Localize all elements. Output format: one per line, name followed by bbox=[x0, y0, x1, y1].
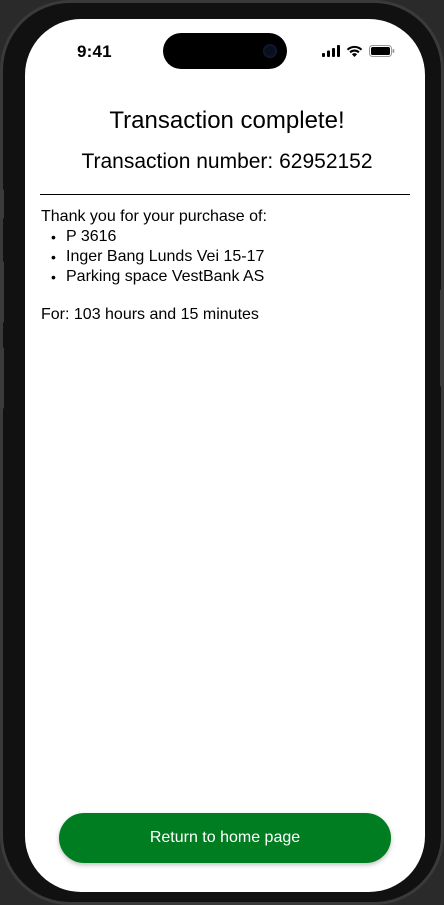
front-camera-icon bbox=[263, 44, 277, 58]
purchase-item-provider: Parking space VestBank AS bbox=[51, 267, 411, 287]
volume-up-button bbox=[0, 261, 4, 323]
phone-frame: 9:41 Transaction complete! Transaction n… bbox=[0, 0, 444, 905]
volume-down-button bbox=[0, 347, 4, 409]
status-time: 9:41 bbox=[77, 42, 112, 61]
purchase-item-zone: P 3616 bbox=[51, 227, 411, 247]
wifi-icon bbox=[346, 45, 363, 57]
action-button bbox=[0, 189, 4, 219]
cellular-signal-icon bbox=[322, 45, 340, 57]
transaction-number-line: Transaction number: 62952152 bbox=[25, 150, 425, 174]
transaction-number-label: Transaction number: bbox=[81, 150, 280, 173]
dynamic-island bbox=[163, 33, 287, 69]
power-button bbox=[440, 289, 444, 387]
duration-value: 103 hours and 15 minutes bbox=[73, 306, 259, 323]
divider bbox=[40, 194, 410, 195]
purchase-summary: Thank you for your purchase of: P 3616 I… bbox=[41, 207, 411, 287]
duration-label: For: bbox=[41, 306, 74, 323]
purchase-item-address: Inger Bang Lunds Vei 15-17 bbox=[51, 247, 411, 267]
status-bar: 9:41 bbox=[25, 19, 425, 81]
screen: 9:41 Transaction complete! Transaction n… bbox=[25, 19, 425, 892]
transaction-number-value: 62952152 bbox=[279, 150, 373, 173]
parking-duration: For: 103 hours and 15 minutes bbox=[41, 306, 259, 324]
status-icons bbox=[322, 43, 395, 59]
battery-icon bbox=[369, 45, 395, 57]
purchase-intro: Thank you for your purchase of: bbox=[41, 208, 267, 225]
purchase-items-list: P 3616 Inger Bang Lunds Vei 15-17 Parkin… bbox=[41, 227, 411, 287]
return-home-button[interactable]: Return to home page bbox=[59, 813, 391, 863]
page-title: Transaction complete! bbox=[109, 107, 345, 134]
